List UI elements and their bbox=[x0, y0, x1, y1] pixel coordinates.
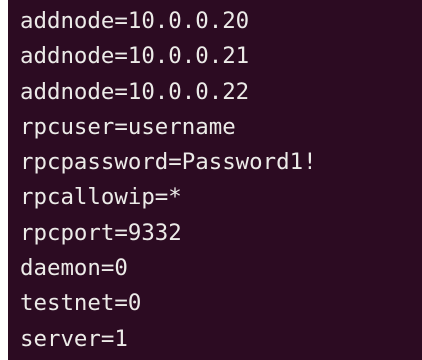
config-line-rpcallowip: rpcallowip=* bbox=[20, 184, 182, 211]
config-line-daemon: daemon=0 bbox=[20, 255, 128, 282]
config-line-addnode-2: addnode=10.0.0.21 bbox=[20, 43, 250, 70]
config-line-server: server=1 bbox=[20, 325, 128, 352]
config-line-rpcport: rpcport=9332 bbox=[20, 219, 182, 246]
config-line-addnode-1: addnode=10.0.0.20 bbox=[20, 8, 250, 34]
config-line-addnode-3: addnode=10.0.0.22 bbox=[20, 78, 250, 105]
terminal-window[interactable]: addnode=10.0.0.20 addnode=10.0.0.21 addn… bbox=[8, 0, 422, 360]
config-line-rpcpassword: rpcpassword=Password1! bbox=[20, 149, 317, 176]
config-line-rpcuser: rpcuser=username bbox=[20, 113, 236, 140]
config-file-content: addnode=10.0.0.20 addnode=10.0.0.21 addn… bbox=[20, 4, 422, 357]
config-line-testnet: testnet=0 bbox=[20, 290, 142, 317]
